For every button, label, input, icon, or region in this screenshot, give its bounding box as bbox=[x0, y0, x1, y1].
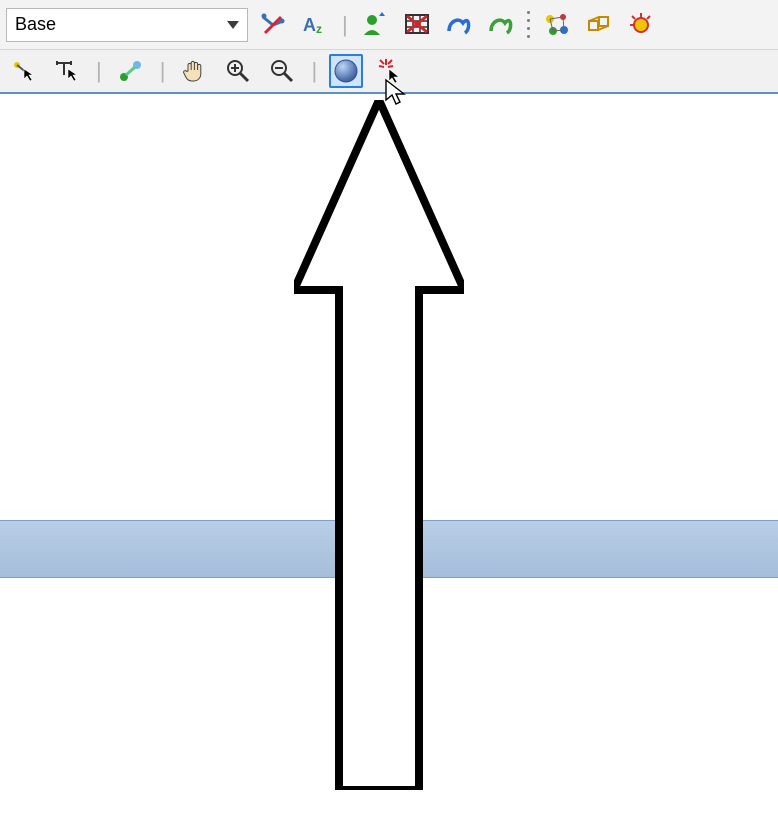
content-area bbox=[0, 96, 778, 839]
zoom-out-icon bbox=[268, 57, 296, 85]
hide-atom-button[interactable] bbox=[256, 8, 290, 42]
color-atoms-icon bbox=[543, 11, 571, 39]
style-combo[interactable]: Base bbox=[6, 8, 248, 42]
select-arrow-icon bbox=[9, 57, 37, 85]
color-atoms-button[interactable] bbox=[540, 8, 574, 42]
pan-hand-button[interactable] bbox=[177, 54, 211, 88]
person-button[interactable] bbox=[358, 8, 392, 42]
atom-label-button[interactable]: A z bbox=[298, 8, 332, 42]
zoom-out-button[interactable] bbox=[265, 54, 299, 88]
measure-arrow-icon bbox=[53, 57, 81, 85]
horizontal-band bbox=[0, 520, 778, 578]
bond-tool-icon bbox=[117, 57, 145, 85]
chevron-down-icon bbox=[227, 21, 239, 29]
spark-cursor-icon bbox=[376, 57, 404, 85]
select-arrow-button[interactable] bbox=[6, 54, 40, 88]
svg-text:A: A bbox=[303, 15, 316, 35]
zoom-in-icon bbox=[224, 57, 252, 85]
table-delete-icon bbox=[403, 11, 431, 39]
separator: | bbox=[158, 58, 168, 84]
dotted-separator bbox=[526, 8, 532, 42]
top-toolbar: Base A z | bbox=[0, 0, 778, 50]
atom-label-icon: A z bbox=[301, 11, 329, 39]
link-green-icon bbox=[487, 11, 515, 39]
separator: | bbox=[94, 58, 104, 84]
measure-arrow-button[interactable] bbox=[50, 54, 84, 88]
hide-atom-icon bbox=[259, 11, 287, 39]
sun-button[interactable] bbox=[624, 8, 658, 42]
separator: | bbox=[340, 12, 350, 38]
sun-icon bbox=[627, 11, 655, 39]
zoom-in-button[interactable] bbox=[221, 54, 255, 88]
pan-hand-icon bbox=[180, 57, 208, 85]
structure-icon bbox=[585, 11, 613, 39]
zoom-fit-button[interactable] bbox=[329, 54, 363, 88]
table-delete-button[interactable] bbox=[400, 8, 434, 42]
link-blue-icon bbox=[445, 11, 473, 39]
style-combo-value: Base bbox=[15, 14, 56, 35]
svg-text:z: z bbox=[316, 22, 322, 36]
structure-button[interactable] bbox=[582, 8, 616, 42]
zoom-fit-icon bbox=[332, 57, 360, 85]
link-green-button[interactable] bbox=[484, 8, 518, 42]
view-toolbar: | | | bbox=[0, 50, 778, 94]
link-blue-button[interactable] bbox=[442, 8, 476, 42]
spark-cursor-button[interactable] bbox=[373, 54, 407, 88]
person-icon bbox=[361, 11, 389, 39]
bond-tool-button[interactable] bbox=[114, 54, 148, 88]
separator: | bbox=[309, 58, 319, 84]
